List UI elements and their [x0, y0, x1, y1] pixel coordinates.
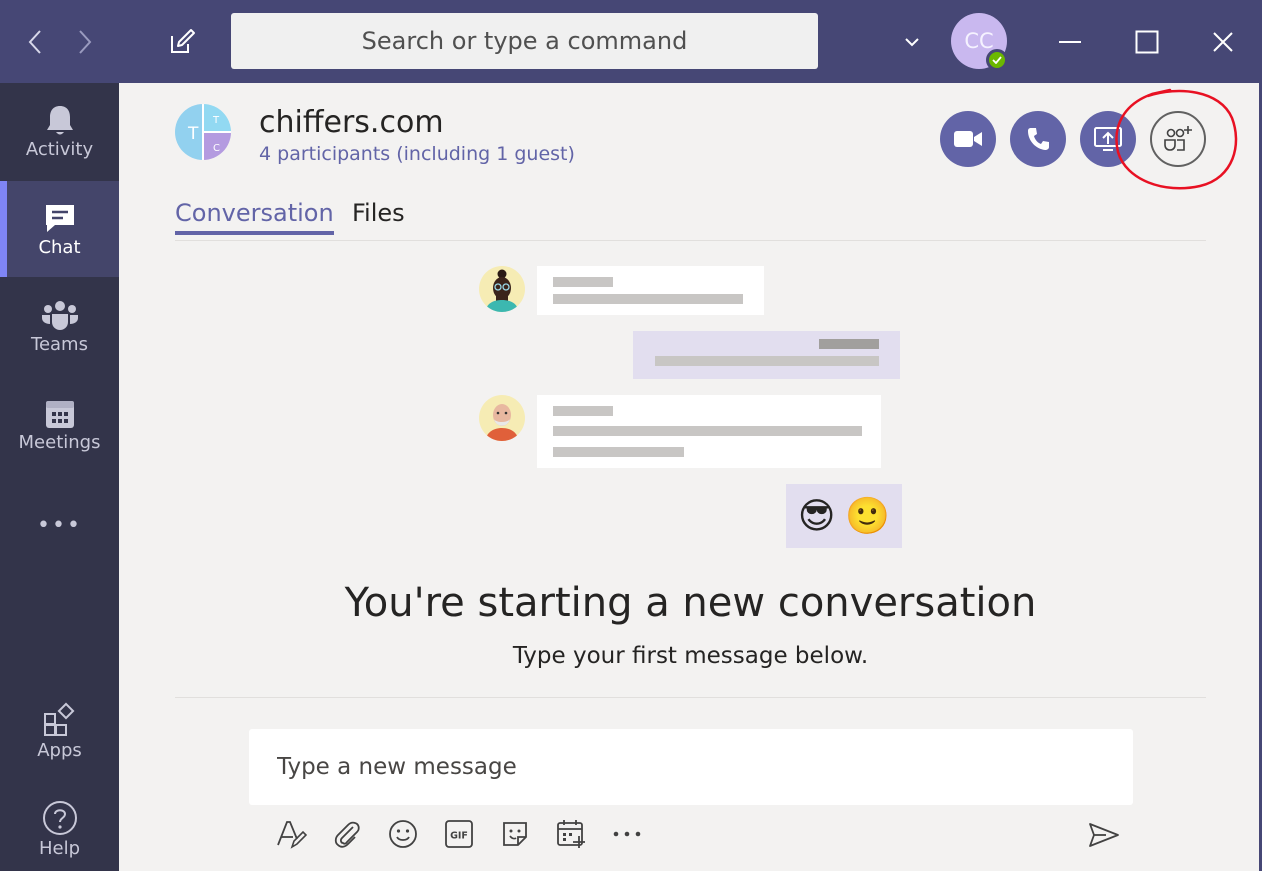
- rail-more-button[interactable]: •••: [0, 477, 119, 573]
- sample-emoji-bubble: 😎 🙂: [786, 484, 902, 548]
- video-call-button[interactable]: [940, 111, 996, 167]
- minimize-button[interactable]: [1050, 0, 1090, 83]
- rail-item-meetings[interactable]: Meetings: [0, 377, 119, 473]
- help-icon: [42, 801, 77, 835]
- sticker-button[interactable]: [496, 815, 534, 853]
- red-circle-annotation: [1115, 88, 1238, 190]
- rail-label: Meetings: [18, 432, 101, 453]
- chevron-right-icon: [79, 29, 92, 54]
- compose-box[interactable]: [249, 729, 1133, 805]
- schedule-meeting-button[interactable]: [552, 815, 590, 853]
- profile-dropdown-button[interactable]: [898, 0, 926, 83]
- back-button[interactable]: [16, 0, 54, 83]
- smile-emoji-icon: 🙂: [845, 496, 891, 537]
- empty-state-title: You're starting a new conversation: [344, 580, 1037, 626]
- chevron-down-icon: [905, 37, 919, 46]
- attach-button[interactable]: [328, 815, 366, 853]
- format-button[interactable]: [272, 815, 310, 853]
- gif-button[interactable]: GIF: [440, 815, 478, 853]
- tab-files[interactable]: Files: [352, 199, 405, 227]
- apps-icon: [43, 702, 74, 736]
- placeholder-bar: [553, 294, 743, 304]
- format-icon: [277, 821, 307, 849]
- participant-avatar: [479, 266, 525, 312]
- bell-icon: [46, 106, 73, 135]
- group-avatar[interactable]: T T C: [175, 104, 231, 160]
- svg-text:GIF: GIF: [450, 831, 468, 842]
- tab-conversation[interactable]: Conversation: [175, 199, 334, 235]
- placeholder-bar: [553, 406, 613, 416]
- rail-label: Chat: [38, 237, 81, 258]
- placeholder-bar: [553, 447, 684, 457]
- emoji-icon: [389, 820, 417, 848]
- minimize-icon: [1059, 40, 1081, 43]
- presence-available-icon: [986, 49, 1008, 71]
- search-input[interactable]: Search or type a command: [231, 13, 818, 69]
- compose-icon: [171, 28, 195, 53]
- chat-title[interactable]: chiffers.com: [259, 105, 444, 140]
- rail-item-teams[interactable]: Teams: [0, 279, 119, 375]
- rail-label: Teams: [31, 334, 88, 355]
- app-rail: Activity Chat Teams Meetings ••• Apps He…: [0, 83, 119, 871]
- gif-icon: GIF: [445, 820, 473, 848]
- new-chat-button[interactable]: [162, 0, 202, 83]
- send-icon: [1089, 823, 1119, 847]
- placeholder-bar: [655, 356, 879, 366]
- rail-item-apps[interactable]: Apps: [0, 683, 119, 779]
- title-bar: Search or type a command CC: [0, 0, 1262, 83]
- chevron-left-icon: [28, 29, 41, 54]
- empty-state-subtitle: Type your first message below.: [512, 643, 869, 669]
- sticker-icon: [503, 822, 527, 846]
- group-initial: T: [212, 115, 220, 126]
- rail-label: Apps: [37, 740, 82, 761]
- more-icon: •••: [37, 512, 82, 538]
- placeholder-bar: [819, 339, 879, 349]
- sample-message-bubble: [537, 395, 881, 468]
- participant-avatar: [479, 395, 525, 441]
- maximize-icon: [1135, 30, 1159, 53]
- audio-call-button[interactable]: [1010, 111, 1066, 167]
- calendar-icon: [45, 401, 74, 428]
- compose-divider: [175, 697, 1206, 698]
- rail-label: Help: [38, 838, 81, 859]
- schedule-meeting-icon: [557, 820, 585, 848]
- forward-button[interactable]: [66, 0, 104, 83]
- maximize-button[interactable]: [1126, 0, 1168, 83]
- sample-own-message-bubble: [633, 331, 900, 379]
- emoji-button[interactable]: [384, 815, 422, 853]
- group-initial: C: [213, 143, 220, 154]
- rail-item-chat[interactable]: Chat: [0, 181, 119, 277]
- rail-label: Activity: [25, 139, 94, 160]
- chat-icon: [45, 205, 74, 232]
- placeholder-bar: [553, 426, 862, 436]
- video-call-icon: [954, 131, 982, 147]
- more-options-button[interactable]: [608, 815, 646, 853]
- close-icon: [1213, 31, 1233, 52]
- rail-item-help[interactable]: Help: [0, 781, 119, 871]
- sample-message-bubble: [537, 266, 764, 315]
- group-initial: T: [187, 124, 199, 144]
- attach-icon: [334, 821, 360, 848]
- more-options-icon: [613, 831, 641, 837]
- message-input[interactable]: [249, 729, 1133, 805]
- placeholder-bar: [553, 277, 613, 287]
- close-button[interactable]: [1202, 0, 1244, 83]
- send-button[interactable]: [1084, 816, 1124, 854]
- sunglasses-emoji-icon: 😎: [797, 495, 836, 537]
- participants-link[interactable]: 4 participants (including 1 guest): [259, 143, 575, 165]
- tab-divider: [175, 240, 1206, 241]
- rail-item-activity[interactable]: Activity: [0, 83, 119, 179]
- audio-call-icon: [1028, 128, 1049, 150]
- teams-icon: [41, 301, 78, 330]
